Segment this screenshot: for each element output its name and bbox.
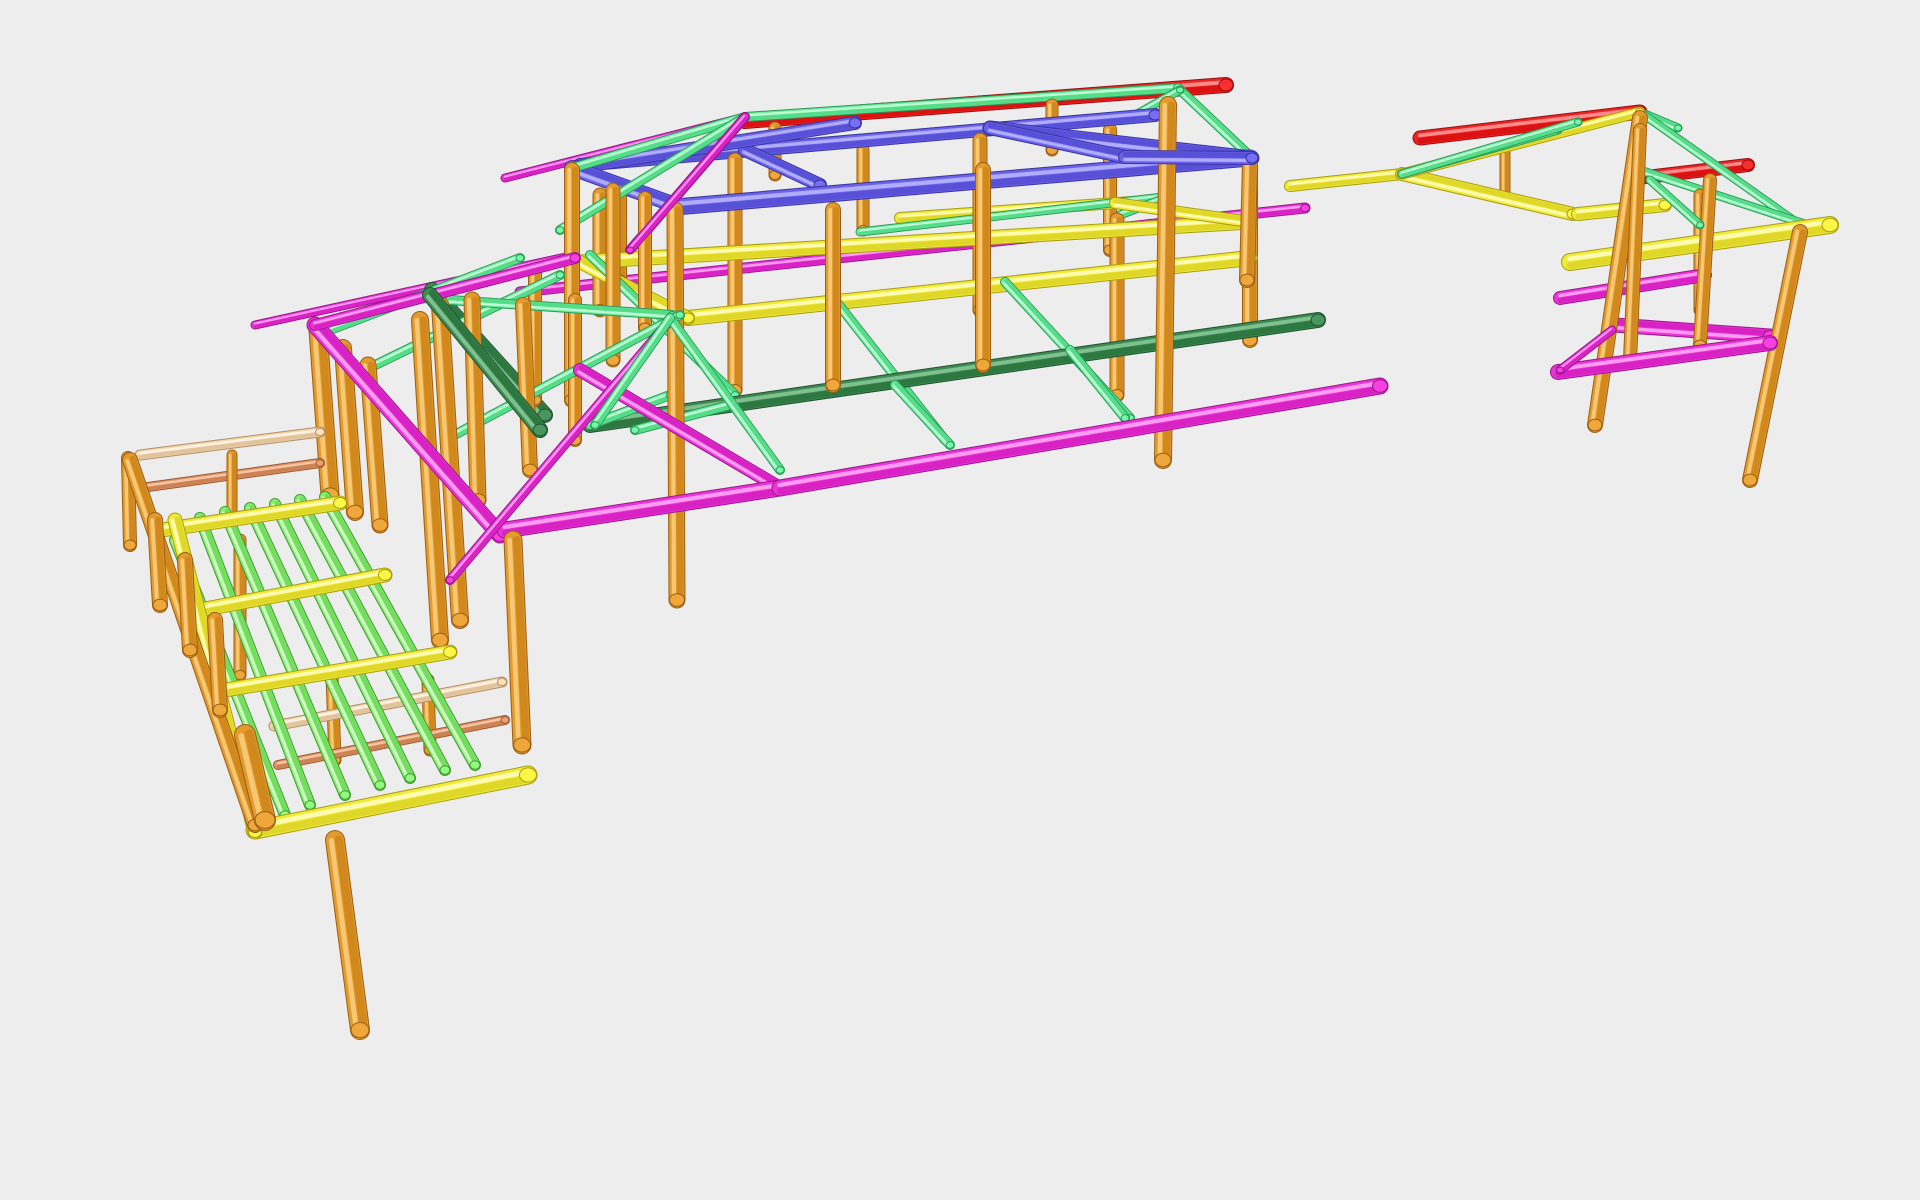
joist-4[interactable]: [244, 502, 386, 791]
rafter-13[interactable]: [771, 377, 1389, 497]
purlin-8[interactable]: [1118, 150, 1259, 165]
timber-post-17[interactable]: [975, 162, 991, 373]
timber-post-14[interactable]: [605, 182, 621, 368]
timber-post-10[interactable]: [1109, 212, 1125, 403]
floor-beam-6[interactable]: [1284, 168, 1408, 192]
timber-post-19[interactable]: [1239, 154, 1258, 288]
timber-post-28[interactable]: [463, 291, 487, 509]
timber-post-33[interactable]: [1742, 224, 1808, 488]
middle-members: [308, 96, 1839, 649]
rafter-12[interactable]: [496, 479, 789, 539]
brace-16[interactable]: [890, 380, 955, 450]
timber-post-16[interactable]: [825, 202, 841, 393]
joist-5[interactable]: [269, 498, 416, 784]
timber-post-43[interactable]: [207, 612, 228, 718]
timber-frame-model[interactable]: [0, 0, 1920, 1200]
floor-beam-7[interactable]: [1395, 167, 1580, 221]
3d-viewport[interactable]: [0, 0, 1920, 1200]
timber-post-45[interactable]: [325, 830, 370, 1040]
timber-post-34[interactable]: [503, 530, 532, 755]
timber-post-20[interactable]: [666, 201, 686, 609]
